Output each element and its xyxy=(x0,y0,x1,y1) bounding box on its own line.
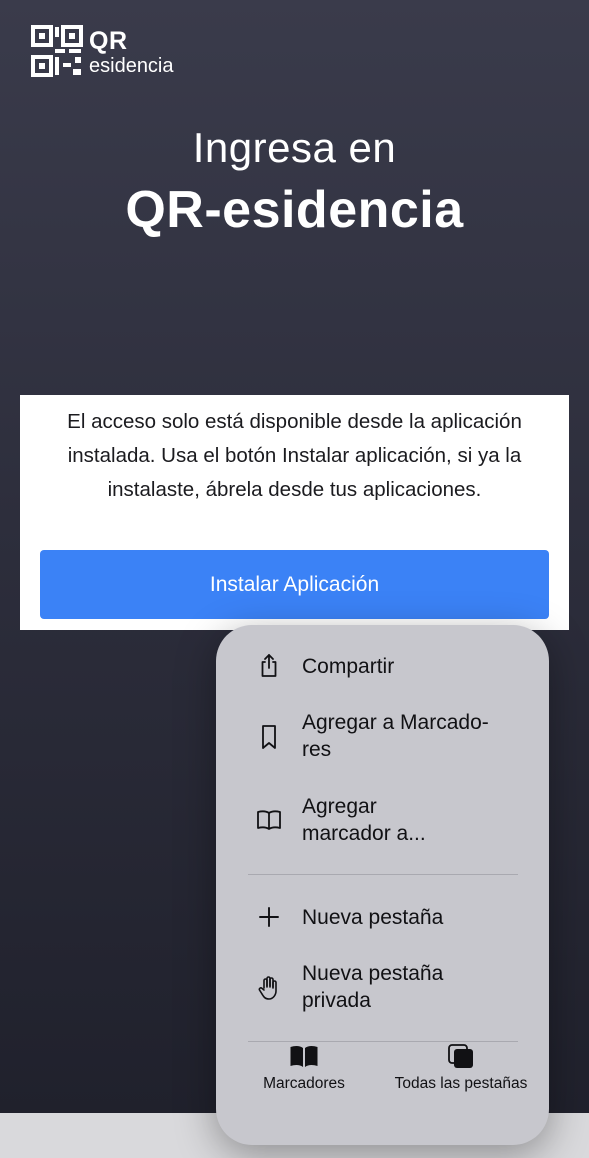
bookmarks-book-icon xyxy=(290,1045,318,1067)
logo-text-qr: QR xyxy=(89,26,128,55)
hand-icon xyxy=(256,975,282,1001)
menu-item-add-bookmark[interactable]: Agregar a Marcado- res xyxy=(216,709,549,769)
page-title-line1: Ingresa en xyxy=(192,124,397,171)
menu-item-label: Compartir xyxy=(302,655,395,678)
tab-all-tabs[interactable]: Todas las pestañas xyxy=(382,1043,540,1093)
qr-logo-icon xyxy=(31,25,83,77)
menu-item-label: Nueva pestaña privada xyxy=(302,962,444,1012)
access-message: El acceso solo está disponible desde la … xyxy=(67,410,522,501)
tab-bookmarks-label: Marcadores xyxy=(263,1075,345,1092)
browser-context-menu: Compartir Agregar a Marcado- res Agregar… xyxy=(216,625,549,1145)
menu-item-share[interactable]: Compartir xyxy=(216,649,549,685)
plus-icon xyxy=(256,904,282,930)
menu-divider xyxy=(248,1041,518,1042)
book-icon xyxy=(256,807,282,833)
menu-item-label: Nueva pestaña xyxy=(302,906,444,929)
tab-bookmarks[interactable]: Marcadores xyxy=(252,1043,356,1093)
menu-item-new-private-tab[interactable]: Nueva pestaña privada xyxy=(216,960,549,1020)
share-icon xyxy=(256,653,282,679)
tabs-icon xyxy=(448,1044,473,1068)
menu-item-label: Agregar a Marcado- res xyxy=(302,711,489,761)
install-card: El acceso solo está disponible desde la … xyxy=(20,395,569,630)
app-logo: QR esidencia xyxy=(30,24,174,80)
logo-text-esidencia: esidencia xyxy=(89,54,174,77)
tab-all-tabs-label: Todas las pestañas xyxy=(394,1075,528,1092)
page-title-line2: QR-esidencia xyxy=(125,181,464,239)
install-app-button[interactable]: Instalar Aplicación xyxy=(40,550,549,619)
bookmark-icon xyxy=(256,724,282,750)
menu-item-new-tab[interactable]: Nueva pestaña xyxy=(216,899,549,935)
menu-item-add-bookmark-to[interactable]: Agregar marcador a... xyxy=(216,793,549,853)
menu-item-label: Agregar marcador a... xyxy=(302,795,426,845)
menu-divider xyxy=(248,874,518,875)
